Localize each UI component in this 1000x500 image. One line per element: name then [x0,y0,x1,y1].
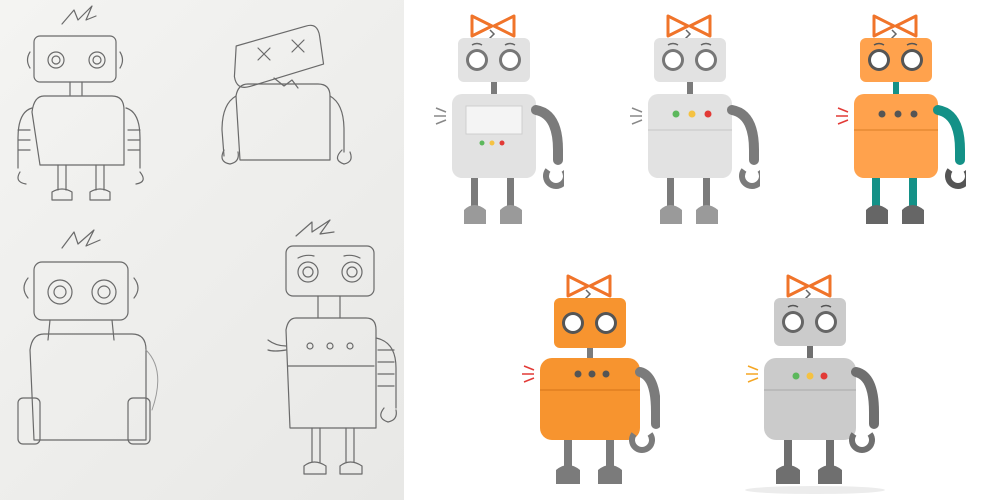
sketch-drawings [17,5,397,475]
robot-gray-lights [620,2,760,232]
robot-orange [520,262,660,492]
sketch-robot-broken [221,24,352,165]
robot-gray-final [740,262,880,492]
robot-orange-teal [826,2,966,232]
sketch-robot-happy [17,5,144,201]
sketch-robot-sad [267,219,397,475]
robot-arm [531,105,563,165]
sketch-robot-big [17,229,159,445]
screen-panel [465,105,523,135]
robot-gray-screen [424,2,564,232]
sketch-paper [0,0,404,500]
